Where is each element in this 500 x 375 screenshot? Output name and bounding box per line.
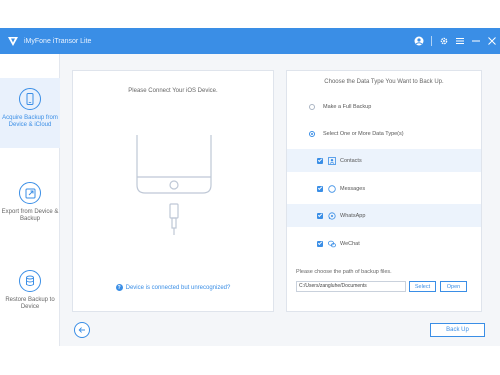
back-button[interactable] [74,322,90,338]
whatsapp-label: WhatsApp [340,212,366,219]
sidebar-item-label: Acquire Backup from Device & iCloud [2,115,58,128]
sidebar-item-acquire-backup[interactable]: Acquire Backup from Device & iCloud [0,78,60,148]
arrow-left-icon [78,327,85,333]
contacts-checkbox[interactable] [317,157,323,164]
full-backup-option[interactable]: Make a Full Backup [287,95,481,118]
sidebar-item-export[interactable]: Export from Device & Backup [0,172,60,242]
select-types-label: Select One or More Data Type(s) [323,130,404,137]
select-types-radio[interactable] [309,130,315,137]
export-icon [19,182,41,204]
account-icon[interactable] [411,33,427,49]
wechat-icon [328,240,336,248]
backup-path-section: Please choose the path of backup files. … [287,269,481,292]
app-title: iMyFone iTransor Lite [24,37,92,45]
device-unrecognized-text: Device is connected but unrecognized? [125,284,231,291]
full-backup-label: Make a Full Backup [323,103,372,110]
close-icon[interactable] [484,33,500,49]
minimize-icon[interactable] [468,33,484,49]
sidebar: Acquire Backup from Device & iCloud Expo… [0,54,60,346]
device-unrecognized-link[interactable]: ? Device is connected but unrecognized? [73,284,273,291]
contacts-label: Contacts [340,157,362,164]
settings-icon[interactable] [436,33,452,49]
backup-path-label: Please choose the path of backup files. [296,269,392,275]
wechat-label: WeChat [340,240,360,247]
restore-icon [19,270,41,292]
whatsapp-checkbox[interactable] [317,212,323,219]
data-type-heading: Choose the Data Type You Want to Back Up… [324,79,444,85]
select-path-button[interactable]: Select [409,281,436,292]
app-logo-icon [4,32,22,50]
messages-label: Messages [340,185,366,192]
select-types-option[interactable]: Select One or More Data Type(s) [287,122,481,145]
contacts-icon [328,156,336,165]
wechat-checkbox[interactable] [317,240,323,247]
back-up-button[interactable]: Back Up [430,323,485,337]
data-type-panel: Choose the Data Type You Want to Back Up… [286,70,482,312]
sidebar-item-label: Restore Backup to Device [5,297,55,310]
open-path-button[interactable]: Open [440,281,467,292]
question-icon: ? [115,284,123,291]
messages-icon [328,184,336,193]
full-backup-radio[interactable] [309,103,315,110]
whatsapp-icon [328,211,336,220]
window-controls [411,28,500,54]
phone-illustration [136,135,212,263]
messages-checkbox[interactable] [317,185,323,192]
connect-device-heading: Please Connect Your iOS Device. [128,88,218,94]
data-type-row-contacts[interactable]: Contacts [287,149,481,172]
phone-backup-icon [19,88,41,110]
sidebar-item-label: Export from Device & Backup [1,209,59,222]
data-type-row-whatsapp[interactable]: WhatsApp [287,204,481,227]
backup-path-input[interactable]: C:/Users/zangluhe/Documents [296,281,406,292]
data-type-row-messages[interactable]: Messages [287,177,481,200]
sidebar-item-restore[interactable]: Restore Backup to Device [0,260,60,330]
data-type-row-wechat[interactable]: WeChat [287,232,481,255]
connect-device-panel: Please Connect Your iOS Device. ? Device… [72,70,274,312]
divider [431,36,432,46]
menu-icon[interactable] [452,33,468,49]
title-bar: iMyFone iTransor Lite [0,28,500,54]
backup-path-row: C:/Users/zangluhe/Documents Select Open [296,281,481,292]
